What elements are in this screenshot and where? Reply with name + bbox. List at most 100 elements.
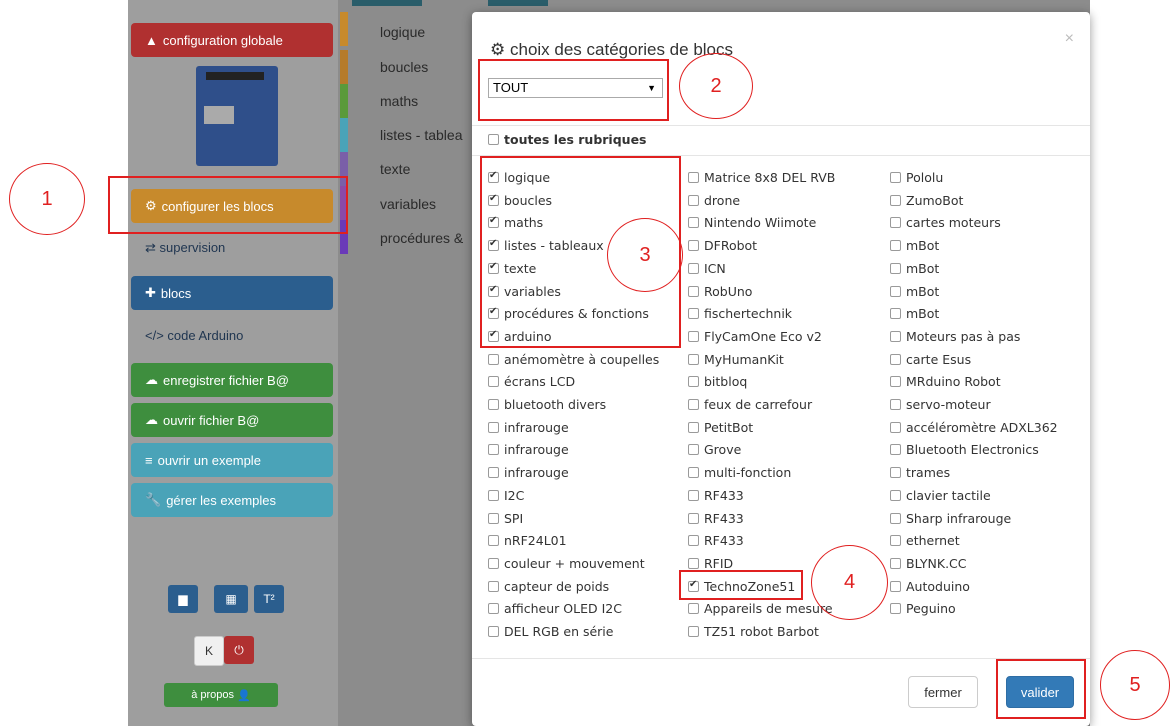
col1-checkbox-item[interactable]: couleur + mouvement: [488, 556, 645, 571]
checkbox-box[interactable]: [890, 285, 901, 297]
checkbox-box[interactable]: [890, 262, 901, 274]
checkbox-box[interactable]: [890, 353, 901, 365]
checkbox-box[interactable]: [688, 308, 699, 320]
all-sections-checkbox[interactable]: toutes les rubriques: [488, 132, 647, 147]
checkbox-box[interactable]: [890, 376, 901, 388]
checkbox-box[interactable]: [688, 172, 699, 183]
power-button[interactable]: ⏻: [224, 636, 254, 664]
blocs-button[interactable]: ✚ blocs: [131, 276, 333, 310]
col1-checkbox-item[interactable]: anémomètre à coupelles: [488, 352, 659, 367]
checkbox-box[interactable]: [688, 444, 699, 456]
checkbox-box[interactable]: [488, 421, 499, 433]
checkbox-box[interactable]: [688, 330, 699, 342]
checkbox-box[interactable]: [890, 467, 901, 479]
checkbox-box[interactable]: [688, 603, 699, 615]
text-size-button[interactable]: T²: [254, 585, 284, 613]
col2-checkbox-item[interactable]: RFID: [688, 556, 733, 571]
checkbox-box[interactable]: [890, 557, 901, 569]
checkbox-box[interactable]: [488, 444, 499, 456]
col1-checkbox-item[interactable]: afficheur OLED I2C: [488, 601, 622, 616]
checkbox-box[interactable]: [890, 421, 901, 433]
col2-checkbox-item[interactable]: bitbloq: [688, 374, 747, 389]
col3-checkbox-item[interactable]: clavier tactile: [890, 488, 991, 503]
checkbox-box[interactable]: [688, 376, 699, 388]
code-arduino-link[interactable]: </> code Arduino: [145, 328, 243, 343]
close-button[interactable]: fermer: [908, 676, 978, 708]
checkbox-box[interactable]: [890, 172, 901, 183]
open-file-button[interactable]: ☁ ouvrir fichier B@: [131, 403, 333, 437]
checkbox-box[interactable]: [488, 535, 499, 547]
manage-examples-button[interactable]: 🔧 gérer les exemples: [131, 483, 333, 517]
col1-checkbox-item[interactable]: infrarouge: [488, 420, 569, 435]
col1-checkbox-item[interactable]: I2C: [488, 488, 524, 503]
col1-checkbox-item[interactable]: nRF24L01: [488, 533, 567, 548]
checkbox-box[interactable]: [890, 240, 901, 252]
checkbox-box[interactable]: [890, 444, 901, 456]
first-step-button[interactable]: K: [194, 636, 224, 666]
checkbox-box[interactable]: [688, 240, 699, 252]
col3-checkbox-item[interactable]: mBot: [890, 261, 939, 276]
checkbox-box[interactable]: [688, 626, 699, 637]
checkbox-box[interactable]: [688, 353, 699, 365]
col3-checkbox-item[interactable]: mBot: [890, 238, 939, 253]
col3-checkbox-item[interactable]: mBot: [890, 306, 939, 321]
save-file-button[interactable]: ☁ enregistrer fichier B@: [131, 363, 333, 397]
col1-checkbox-item[interactable]: infrarouge: [488, 465, 569, 480]
checkbox-box[interactable]: [890, 399, 901, 410]
col2-checkbox-item[interactable]: drone: [688, 193, 740, 208]
category-logique[interactable]: logique: [380, 24, 425, 40]
category-maths[interactable]: maths: [380, 93, 418, 109]
col2-checkbox-item[interactable]: RF433: [688, 533, 744, 548]
col2-checkbox-item[interactable]: PetitBot: [688, 420, 753, 435]
col1-checkbox-item[interactable]: capteur de poids: [488, 579, 609, 594]
checkbox-box[interactable]: [688, 557, 699, 569]
checkbox-box[interactable]: [688, 399, 699, 410]
col2-checkbox-item[interactable]: TZ51 robot Barbot: [688, 624, 819, 639]
config-global-button[interactable]: ▲ configuration globale: [131, 23, 333, 57]
checkbox-box[interactable]: [890, 489, 901, 501]
checkbox-box[interactable]: [488, 467, 499, 479]
about-button[interactable]: à propos 👤: [164, 683, 278, 707]
col3-checkbox-item[interactable]: trames: [890, 465, 950, 480]
checkbox-box[interactable]: [688, 535, 699, 547]
checkbox-box[interactable]: [890, 308, 901, 320]
col3-checkbox-item[interactable]: mBot: [890, 284, 939, 299]
checkbox-box[interactable]: [488, 353, 499, 365]
col2-checkbox-item[interactable]: RobUno: [688, 284, 752, 299]
col2-checkbox-item[interactable]: Matrice 8x8 DEL RVB: [688, 170, 835, 185]
col3-checkbox-item[interactable]: accéléromètre ADXL362: [890, 420, 1058, 435]
col3-checkbox-item[interactable]: cartes moteurs: [890, 215, 1001, 230]
col2-checkbox-item[interactable]: DFRobot: [688, 238, 757, 253]
checkbox-box[interactable]: [488, 626, 499, 637]
col2-checkbox-item[interactable]: RF433: [688, 511, 744, 526]
category-variables[interactable]: variables: [380, 196, 436, 212]
checkbox-box[interactable]: [688, 467, 699, 479]
col2-checkbox-item[interactable]: Grove: [688, 442, 741, 457]
col2-checkbox-item[interactable]: multi-fonction: [688, 465, 791, 480]
checkbox-box[interactable]: [688, 512, 699, 524]
checkbox-box[interactable]: [488, 603, 499, 615]
col3-checkbox-item[interactable]: MRduino Robot: [890, 374, 1001, 389]
col2-checkbox-item[interactable]: FlyCamOne Eco v2: [688, 329, 822, 344]
col2-checkbox-item[interactable]: Appareils de mesure: [688, 601, 833, 616]
col2-checkbox-item[interactable]: fischertechnik: [688, 306, 792, 321]
checkbox-box[interactable]: [890, 580, 901, 592]
checkbox-box[interactable]: [688, 421, 699, 433]
col2-checkbox-item[interactable]: Nintendo Wiimote: [688, 215, 816, 230]
col3-checkbox-item[interactable]: Peguino: [890, 601, 956, 616]
col3-checkbox-item[interactable]: Bluetooth Electronics: [890, 442, 1039, 457]
checkbox-box[interactable]: [688, 262, 699, 274]
checkbox-box[interactable]: [890, 603, 901, 615]
col1-checkbox-item[interactable]: DEL RGB en série: [488, 624, 613, 639]
col3-checkbox-item[interactable]: Sharp infrarouge: [890, 511, 1011, 526]
checkbox-box[interactable]: [488, 376, 499, 388]
col1-checkbox-item[interactable]: SPI: [488, 511, 523, 526]
checkbox-box[interactable]: [890, 535, 901, 547]
category-procedures[interactable]: procédures &: [380, 230, 463, 246]
category-listes[interactable]: listes - tablea: [380, 127, 462, 143]
checkbox-box[interactable]: [488, 580, 499, 592]
col1-checkbox-item[interactable]: infrarouge: [488, 442, 569, 457]
chart-button[interactable]: ▆: [168, 585, 198, 613]
checkbox-box[interactable]: [488, 399, 499, 410]
col3-checkbox-item[interactable]: BLYNK.CC: [890, 556, 967, 571]
